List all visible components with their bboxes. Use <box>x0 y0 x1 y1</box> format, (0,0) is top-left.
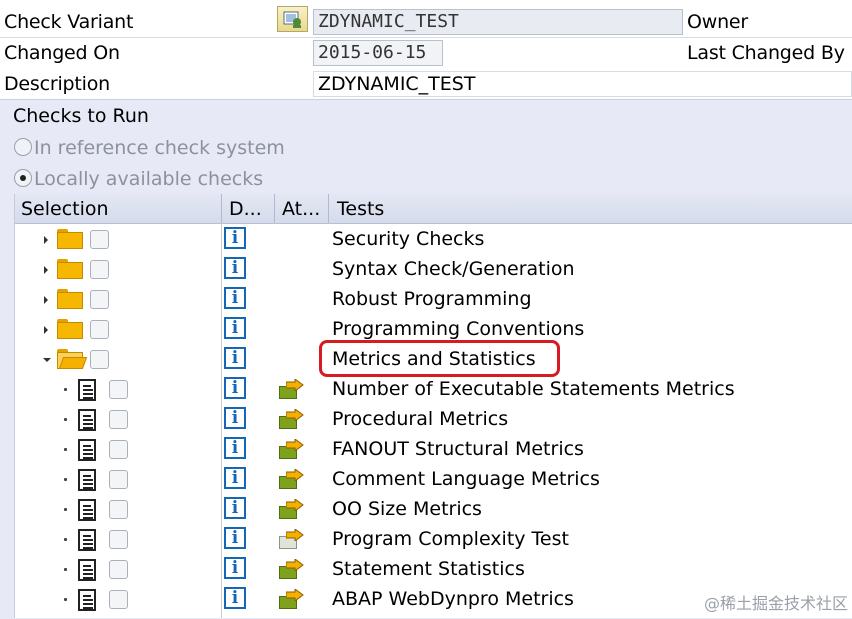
tree-check-row[interactable]: i Statement Statistics <box>15 555 852 585</box>
col-header-tests[interactable]: Tests <box>337 198 384 220</box>
info-icon[interactable]: i <box>224 347 246 369</box>
document-icon <box>78 439 96 461</box>
document-icon <box>78 409 96 431</box>
tree-folder-row[interactable]: i Robust Programming <box>15 285 852 315</box>
attributes-arrow-icon[interactable] <box>279 378 305 400</box>
attributes-arrow-icon[interactable] <box>279 408 305 430</box>
folder-icon <box>57 259 83 279</box>
radio-selected-icon <box>14 169 32 187</box>
attributes-arrow-icon[interactable] <box>279 468 305 490</box>
folder-icon <box>57 289 83 309</box>
selection-checkbox[interactable] <box>90 350 109 369</box>
test-name: OO Size Metrics <box>332 498 482 520</box>
selection-checkbox[interactable] <box>109 470 128 489</box>
info-icon[interactable]: i <box>224 497 246 519</box>
info-icon[interactable]: i <box>224 317 246 339</box>
document-icon <box>78 469 96 491</box>
selection-checkbox[interactable] <box>109 500 128 519</box>
tree-check-row[interactable]: i FANOUT Structural Metrics <box>15 435 852 465</box>
expand-arrow-icon[interactable] <box>44 326 48 334</box>
selection-checkbox[interactable] <box>90 290 109 309</box>
document-icon <box>78 529 96 551</box>
test-name: Comment Language Metrics <box>332 468 600 490</box>
col-header-selection[interactable]: Selection <box>21 198 109 220</box>
tree-header: Selection D... At... Tests <box>15 194 852 224</box>
radio-locally-available[interactable]: Locally available checks <box>14 168 263 190</box>
checks-to-run-title: Checks to Run <box>13 105 149 127</box>
test-name: Program Complexity Test <box>332 528 569 550</box>
info-icon[interactable]: i <box>224 587 246 609</box>
attributes-empty-icon[interactable] <box>279 528 305 550</box>
test-name: Procedural Metrics <box>332 408 509 430</box>
info-icon[interactable]: i <box>224 407 246 429</box>
expand-arrow-icon[interactable] <box>44 236 48 244</box>
expand-arrow-icon[interactable] <box>44 296 48 304</box>
value-help-button[interactable] <box>277 6 308 32</box>
tree-check-row[interactable]: i Procedural Metrics <box>15 405 852 435</box>
info-icon[interactable]: i <box>224 467 246 489</box>
selection-checkbox[interactable] <box>90 260 109 279</box>
highlight-box <box>319 340 560 377</box>
description-label: Description <box>4 73 111 95</box>
description-field[interactable]: ZDYNAMIC_TEST <box>313 71 852 97</box>
selection-checkbox[interactable] <box>109 530 128 549</box>
info-icon[interactable]: i <box>224 227 246 249</box>
select-variant-icon <box>283 11 301 28</box>
collapse-arrow-icon[interactable] <box>43 358 51 362</box>
check-variant-label: Check Variant <box>4 11 134 33</box>
attributes-arrow-icon[interactable] <box>279 558 305 580</box>
info-icon[interactable]: i <box>224 437 246 459</box>
tree-check-row[interactable]: i OO Size Metrics <box>15 495 852 525</box>
tree-check-row[interactable]: i Comment Language Metrics <box>15 465 852 495</box>
selection-checkbox[interactable] <box>109 590 128 609</box>
folder-open-icon <box>57 349 88 369</box>
info-icon[interactable]: i <box>224 287 246 309</box>
col-header-attributes[interactable]: At... <box>282 198 320 220</box>
radio-reference-label: In reference check system <box>34 137 285 159</box>
owner-label: Owner <box>687 11 749 33</box>
test-name: Syntax Check/Generation <box>332 258 575 280</box>
document-icon <box>78 589 96 611</box>
document-icon <box>78 379 96 401</box>
tree-folder-row[interactable]: i Security Checks <box>15 225 852 255</box>
selection-checkbox[interactable] <box>90 230 109 249</box>
test-name: ABAP WebDynpro Metrics <box>332 588 574 610</box>
tree-folder-row[interactable]: i Syntax Check/Generation <box>15 255 852 285</box>
test-name: FANOUT Structural Metrics <box>332 438 584 460</box>
attributes-arrow-icon[interactable] <box>279 438 305 460</box>
changed-on-label: Changed On <box>4 42 120 64</box>
radio-unselected-icon <box>14 138 32 156</box>
test-name: Programming Conventions <box>332 318 585 340</box>
check-variant-field[interactable]: ZDYNAMIC_TEST <box>313 9 683 35</box>
selection-checkbox[interactable] <box>109 440 128 459</box>
folder-icon <box>57 319 83 339</box>
test-name: Robust Programming <box>332 288 532 310</box>
test-name: Security Checks <box>332 228 485 250</box>
last-changed-by-label: Last Changed By <box>687 42 845 64</box>
selection-checkbox[interactable] <box>109 560 128 579</box>
info-icon[interactable]: i <box>224 377 246 399</box>
radio-local-label: Locally available checks <box>34 168 264 190</box>
selection-checkbox[interactable] <box>109 380 128 399</box>
info-icon[interactable]: i <box>224 557 246 579</box>
changed-on-field[interactable]: 2015-06-15 <box>313 40 443 66</box>
selection-checkbox[interactable] <box>90 320 109 339</box>
document-icon <box>78 499 96 521</box>
expand-arrow-icon[interactable] <box>44 266 48 274</box>
document-icon <box>78 559 96 581</box>
checks-tree: Selection D... At... Tests i Security Che… <box>14 194 852 618</box>
test-name: Statement Statistics <box>332 558 525 580</box>
col-header-description[interactable]: D... <box>229 198 262 220</box>
attributes-arrow-icon[interactable] <box>279 498 305 520</box>
selection-checkbox[interactable] <box>109 410 128 429</box>
tree-check-row[interactable]: i Number of Executable Statements Metrics <box>15 375 852 405</box>
test-name: Number of Executable Statements Metrics <box>332 378 735 400</box>
watermark: @稀土掘金技术社区 <box>703 594 848 613</box>
tree-check-row[interactable]: i Program Complexity Test <box>15 525 852 555</box>
info-icon[interactable]: i <box>224 527 246 549</box>
radio-reference-check-system[interactable]: In reference check system <box>14 137 285 159</box>
attributes-arrow-icon[interactable] <box>279 588 305 610</box>
folder-icon <box>57 229 83 249</box>
info-icon[interactable]: i <box>224 257 246 279</box>
